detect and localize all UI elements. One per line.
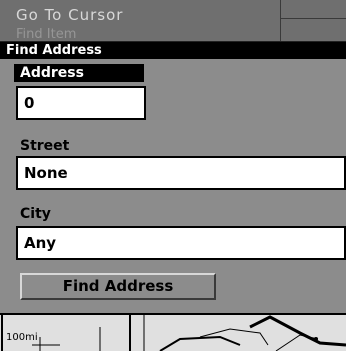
menu-divider-horizontal [280, 18, 346, 19]
map-strip[interactable]: 100mi [0, 313, 346, 351]
obscured-menu-item: Find Item [16, 27, 77, 42]
gps-screen: Go To Cursor Find Item Find Address Addr… [0, 0, 346, 351]
city-label: City [20, 206, 51, 222]
dialog-title: Find Address [0, 42, 346, 59]
street-label: Street [20, 138, 70, 154]
street-field[interactable]: None [16, 156, 346, 190]
background-menu: Go To Cursor Find Item [0, 0, 346, 43]
find-address-button[interactable]: Find Address [20, 273, 216, 300]
address-field[interactable]: 0 [16, 86, 146, 120]
map-scale-label: 100mi [6, 332, 38, 343]
city-field[interactable]: Any [16, 226, 346, 260]
map-lines-graphic [1, 315, 346, 351]
find-address-dialog: Find Address Address 0 Street None City … [0, 41, 346, 314]
menu-divider [280, 0, 281, 42]
go-to-cursor-menu-item[interactable]: Go To Cursor [16, 6, 123, 24]
address-label: Address [14, 64, 144, 82]
